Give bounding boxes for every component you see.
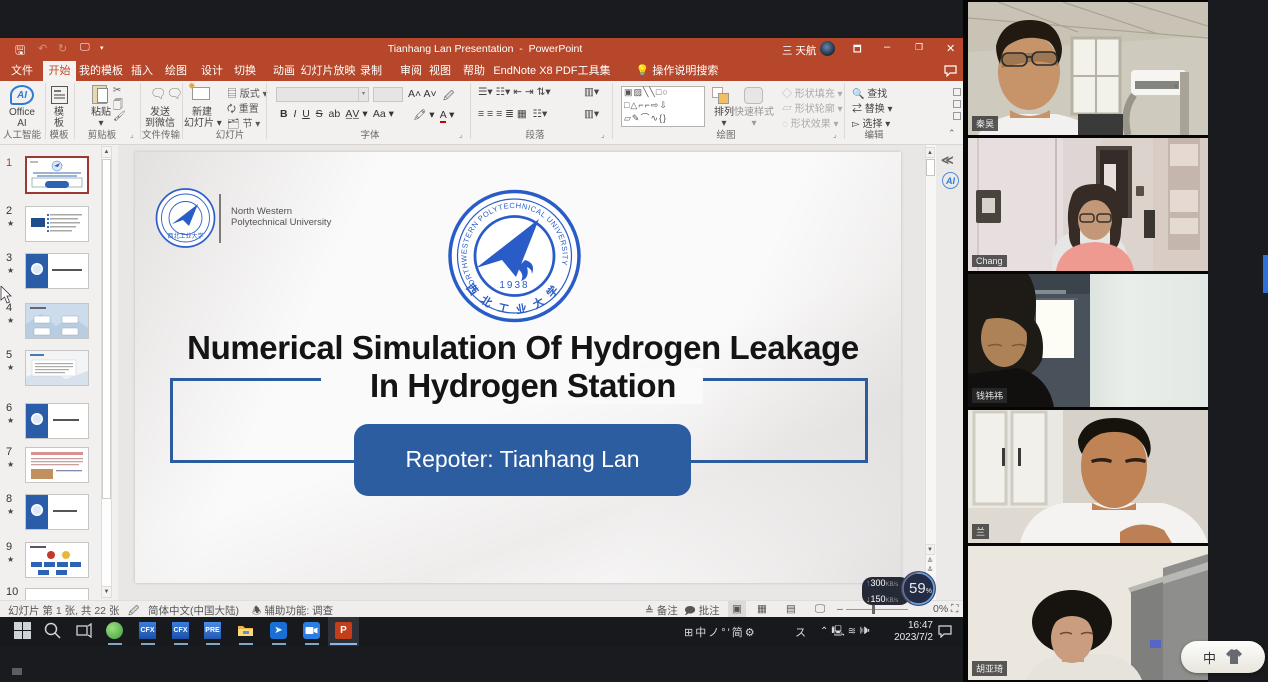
svg-text:North Western: North Western [231,206,292,217]
svg-text:Polytechnical University: Polytechnical University [231,217,332,228]
svg-text:1938: 1938 [499,280,529,291]
svg-text:西北工业大学: 西北工业大学 [167,232,203,240]
